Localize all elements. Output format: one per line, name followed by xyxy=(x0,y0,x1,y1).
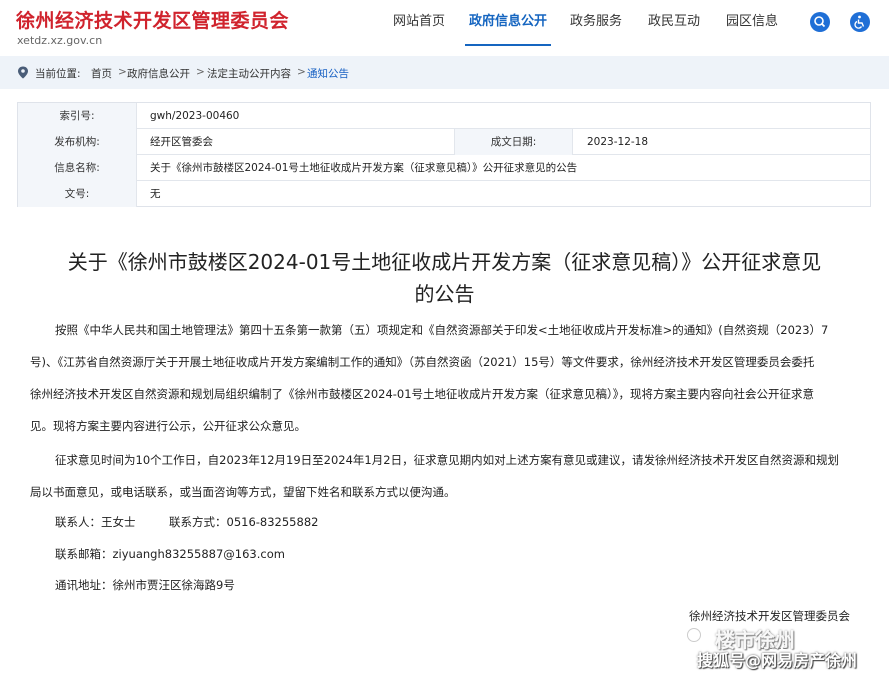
signature-org: 徐州经济技术开发区管理委员会 xyxy=(689,609,850,623)
breadcrumb-notices[interactable]: 通知公告 xyxy=(307,66,349,81)
location-pin-icon xyxy=(18,66,28,79)
meta-label: 信息名称: xyxy=(18,155,137,181)
article-title-line: 的公告 xyxy=(414,282,475,306)
paragraph-line: 局以书面意见，或电话联系，或当面咨询等方式，望留下姓名和联系方式以便沟通。 xyxy=(30,485,456,499)
nav-services[interactable]: 政务服务 xyxy=(563,0,629,44)
breadcrumb-label: 当前位置: xyxy=(35,68,81,80)
contact-person: 联系人：王女士 xyxy=(55,515,136,529)
meta-row-org: 发布机构: 经开区管委会 成文日期: 2023-12-18 xyxy=(18,129,870,155)
meta-label: 成文日期: xyxy=(454,129,573,155)
breadcrumb-statutory[interactable]: 法定主动公开内容 xyxy=(207,66,291,81)
meta-value: 关于《徐州市鼓楼区2024-01号土地征收成片开发方案（征求意见稿）》公开征求意… xyxy=(150,162,578,174)
search-icon[interactable] xyxy=(810,12,830,32)
watermark-logo-icon xyxy=(687,628,701,642)
paragraph-line: 见。现将方案主要内容进行公示，公开征求公众意见。 xyxy=(30,419,306,433)
meta-value: 无 xyxy=(150,188,161,200)
breadcrumb-separator: > xyxy=(118,66,127,78)
contact-phone: 联系方式：0516-83255882 xyxy=(169,515,319,529)
nav-home[interactable]: 网站首页 xyxy=(383,0,455,44)
paragraph-line: 征求意见时间为10个工作日，自2023年12月19日至2024年1月2日，征求意… xyxy=(30,452,839,468)
breadcrumb-home[interactable]: 首页 xyxy=(91,66,112,81)
paragraph-line: 徐州经济技术开发区自然资源和规划局组织编制了《徐州市鼓楼区2024-01号土地征… xyxy=(30,387,815,401)
contact-email: 联系邮箱：ziyuangh83255887@163.com xyxy=(55,547,285,561)
meta-row-name: 信息名称: 关于《徐州市鼓楼区2024-01号土地征收成片开发方案（征求意见稿）… xyxy=(18,155,870,181)
meta-value: 2023-12-18 xyxy=(587,136,649,148)
nav-gov-info[interactable]: 政府信息公开 xyxy=(465,0,551,46)
accessibility-icon[interactable] xyxy=(850,12,870,32)
meta-row-index: 索引号: gwh/2023-00460 xyxy=(18,103,870,129)
meta-value: 经开区管委会 xyxy=(150,136,213,148)
paragraph-line: 按照《中华人民共和国土地管理法》第四十五条第一款第（五）项规定和《自然资源部关于… xyxy=(30,322,828,338)
document-meta-table: 索引号: gwh/2023-00460 发布机构: 经开区管委会 成文日期: 2… xyxy=(17,102,871,207)
nav-park-info[interactable]: 园区信息 xyxy=(719,0,785,44)
site-title[interactable]: 徐州经济技术开发区管理委员会 xyxy=(16,6,289,33)
paragraph-line: 号)、《江苏省自然资源厅关于开展土地征收成片开发方案编制工作的通知》（苏自然资函… xyxy=(30,355,815,369)
breadcrumb-separator: > xyxy=(196,66,205,78)
text: 按照《中华人民共和国土地管理法》第四十五条第一款第（五）项规定和《自然资源部关于… xyxy=(55,323,829,337)
site-header: 徐州经济技术开发区管理委员会 xetdz.xz.gov.cn 网站首页 政府信息… xyxy=(0,0,889,56)
site-url: xetdz.xz.gov.cn xyxy=(17,34,103,47)
nav-interaction[interactable]: 政民互动 xyxy=(641,0,707,44)
meta-label: 文号: xyxy=(18,181,137,207)
breadcrumb-gov-info[interactable]: 政府信息公开 xyxy=(127,66,190,81)
breadcrumb-separator: > xyxy=(297,66,306,78)
text: 征求意见时间为10个工作日，自2023年12月19日至2024年1月2日，征求意… xyxy=(55,453,840,467)
meta-label: 发布机构: xyxy=(18,129,137,155)
meta-label: 索引号: xyxy=(18,103,137,129)
article-title: 关于《徐州市鼓楼区2024-01号土地征收成片开发方案（征求意见稿）》公开征求意… xyxy=(20,246,869,310)
meta-row-docno: 文号: 无 xyxy=(18,181,870,207)
meta-value: gwh/2023-00460 xyxy=(150,110,240,122)
contact-address: 通讯地址：徐州市贾汪区徐海路9号 xyxy=(55,578,235,592)
article-title-line: 关于《徐州市鼓楼区2024-01号土地征收成片开发方案（征求意见稿）》公开征求意… xyxy=(67,250,822,274)
watermark-bottom: 搜狐号@网易房产徐州 xyxy=(697,651,858,670)
breadcrumb: 当前位置: 首页 > 政府信息公开 > 法定主动公开内容 > 通知公告 xyxy=(0,56,889,89)
